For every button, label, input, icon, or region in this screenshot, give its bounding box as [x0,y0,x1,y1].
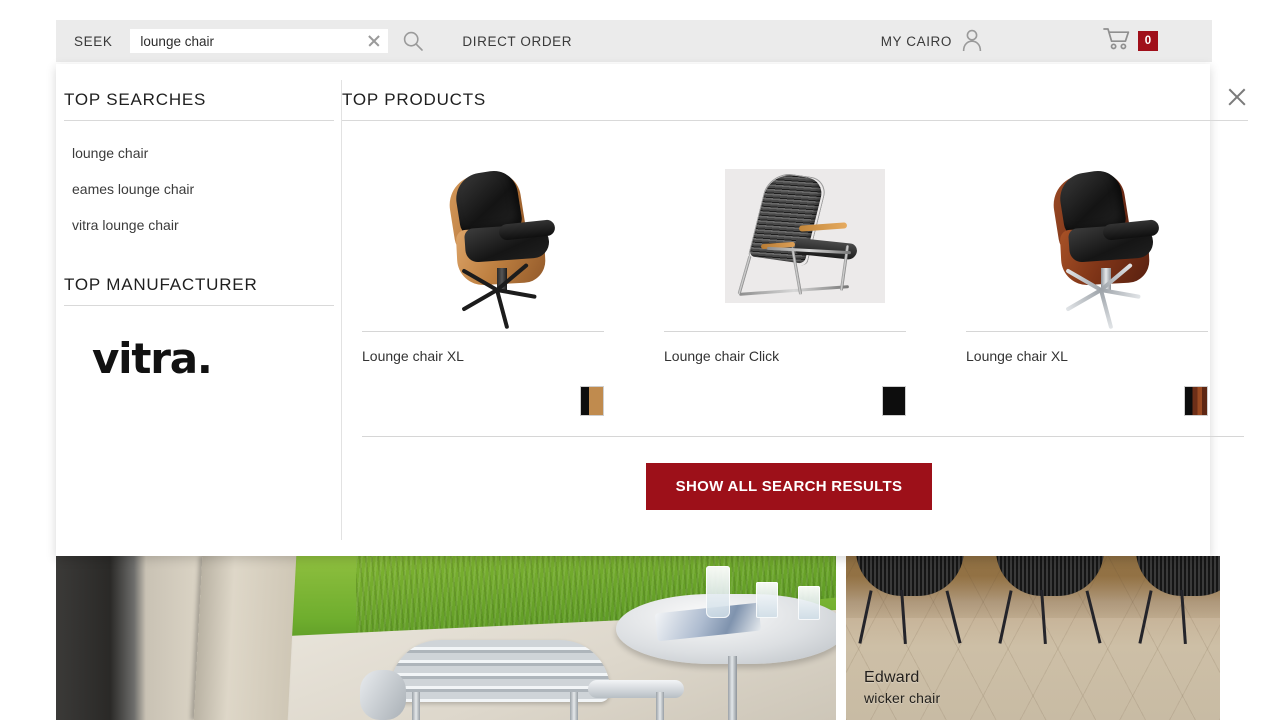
divider [64,120,334,121]
search-suggestions-panel: TOP SEARCHES lounge chair eames lounge c… [56,64,1248,556]
divider [966,331,1208,332]
close-panel-icon[interactable] [1226,86,1248,108]
eames-lounge-chair-illustration [413,156,593,330]
promo-tile-patio[interactable] [56,556,836,720]
divider [362,436,1244,437]
chair-armrest [588,680,684,698]
header-right-group: MY CAIRO 0 [881,20,1212,62]
search-field-wrapper [130,29,389,53]
top-searches-list: lounge chair eames lounge chair vitra lo… [64,135,334,243]
product-image-eames-rosewood [966,141,1247,331]
vitra-logo-text: vitra. [92,334,213,383]
product-name: Lounge chair XL [362,348,464,364]
show-all-search-results-button[interactable]: SHOW ALL SEARCH RESULTS [645,463,933,510]
cta-row: SHOW ALL SEARCH RESULTS [342,463,1248,510]
vitra-logo[interactable]: vitra. [64,334,334,383]
divider [64,305,334,306]
top-products-title: TOP PRODUCTS [342,90,487,109]
chair-base [1064,262,1151,330]
product-swatches [362,386,604,416]
chair-leg [656,692,664,720]
eames-lounge-chair-illustration [1017,156,1197,330]
product-card[interactable]: Lounge chair XL [342,141,643,416]
wicker-photo: Edward wicker chair [846,556,1220,720]
site-header: SEEK DIRECT ORDER MY CAIRO [56,20,1212,62]
top-manufacturer-title: TOP MANUFACTURER [64,275,258,294]
page-root: Edward wicker chair SEEK DIRECT ORDER MY… [0,0,1280,720]
top-search-item[interactable]: lounge chair [64,135,334,171]
user-icon [961,28,983,55]
direct-order-link[interactable]: DIRECT ORDER [462,34,572,49]
promo-tile-edward[interactable]: Edward wicker chair [846,556,1220,720]
search-icon[interactable] [400,28,426,54]
product-image-click [664,141,945,331]
divider [342,120,1248,121]
promo-caption-line1: Edward [864,669,920,686]
chair-leg [570,692,578,720]
promo-caption-line2: wicker chair [864,690,941,706]
chair-base [460,262,547,330]
chair-leg [412,692,420,720]
building-wall [56,556,206,720]
table-leg [728,656,737,720]
product-name: Lounge chair Click [664,348,780,364]
product-name: Lounge chair XL [966,348,1068,364]
black-and-rosewood-swatch[interactable] [1184,386,1208,416]
clear-search-icon[interactable] [366,33,382,49]
top-searches-title: TOP SEARCHES [64,90,207,109]
product-image-eames-light [362,141,643,331]
drinking-glass [756,582,778,618]
my-account-link[interactable]: MY CAIRO [881,28,983,55]
black-swatch[interactable] [882,386,906,416]
divider [362,331,604,332]
patio-photo [56,556,836,720]
my-account-label: MY CAIRO [880,33,952,49]
search-input[interactable] [138,29,361,53]
chair-armrest [360,670,406,720]
top-products-list: Lounge chair XL Lounge chair Click Loung… [342,141,1248,416]
click-lounge-chair-illustration [724,169,885,303]
panel-left-column: TOP SEARCHES lounge chair eames lounge c… [56,64,334,556]
seek-label: SEEK [74,33,113,49]
shopping-cart-icon [1103,27,1131,56]
product-swatches [664,386,906,416]
divider [664,331,906,332]
top-search-item[interactable]: vitra lounge chair [64,207,334,243]
product-card[interactable]: Lounge chair XL [946,141,1247,416]
chair-sled-frame [737,245,867,299]
aluminium-chair [356,640,686,720]
concrete-post [193,556,297,720]
panel-right-column: TOP PRODUCTS Lounge chair XL Lounge chai… [334,64,1266,556]
product-card[interactable]: Lounge chair Click [644,141,945,416]
promo-caption: Edward wicker chair [864,668,940,708]
drinking-glass [798,586,820,620]
carafe [706,566,730,618]
top-search-item[interactable]: eames lounge chair [64,171,334,207]
black-and-light-wood-swatch[interactable] [580,386,604,416]
cart-count-badge: 0 [1138,31,1158,51]
product-swatches [966,386,1208,416]
cart-button[interactable]: 0 [1103,27,1158,56]
promo-tiles-row: Edward wicker chair [56,556,1220,720]
